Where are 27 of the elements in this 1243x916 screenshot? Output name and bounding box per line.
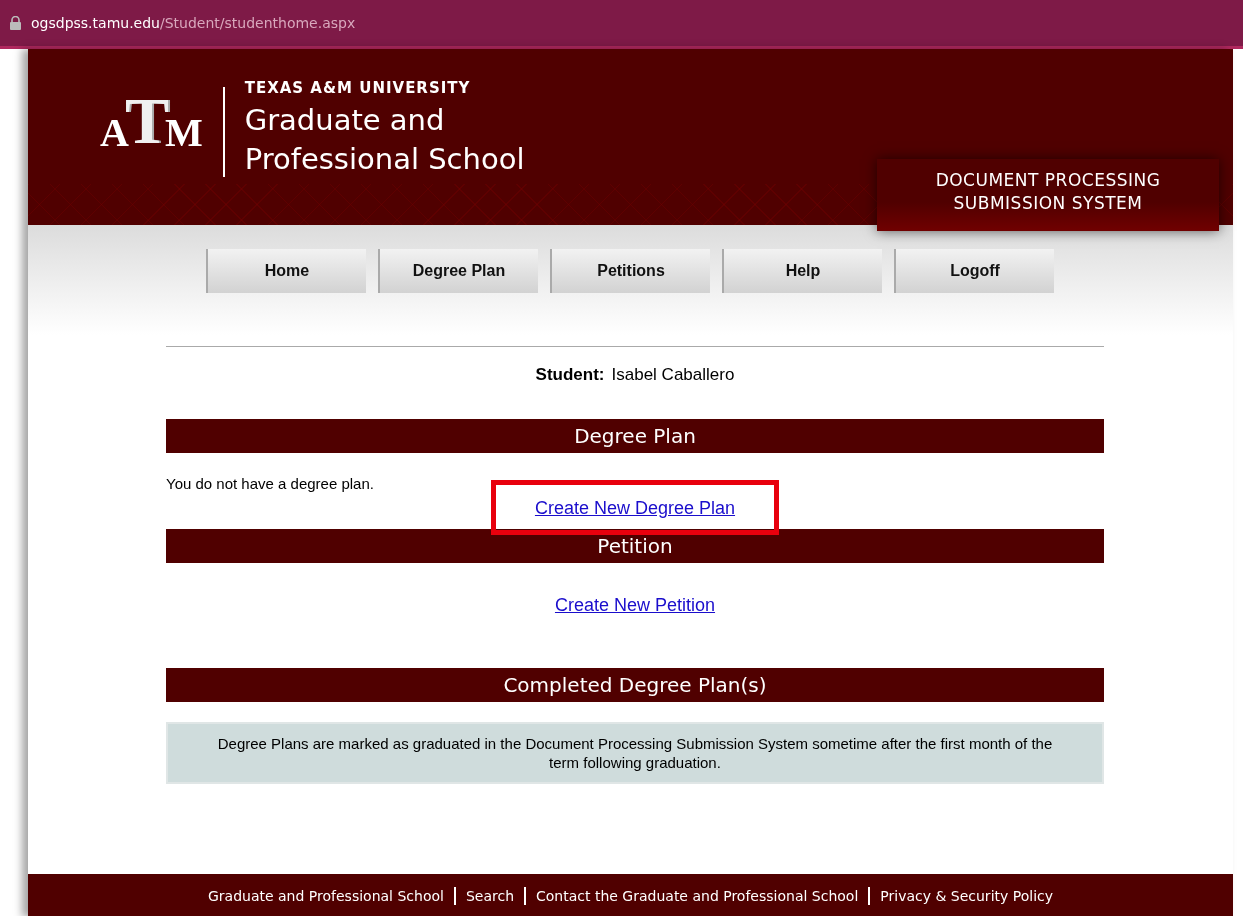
info-text: You do not have a degree plan. — [166, 475, 374, 492]
nav-button[interactable]: Home — [206, 249, 366, 293]
footer-link[interactable]: Graduate and Professional School — [207, 887, 444, 904]
section-header: Completed Degree Plan(s) — [166, 668, 1104, 702]
nav-button[interactable]: Degree Plan — [378, 249, 538, 293]
create-link[interactable]: Create New Degree Plan — [534, 498, 736, 518]
university-name: TEXAS A&M UNIVERSITY — [244, 79, 472, 97]
footer-link[interactable]: Privacy & Security Policy — [880, 887, 1053, 904]
nav-button[interactable]: Petitions — [550, 249, 710, 293]
student-label: Student: — [535, 365, 605, 385]
footer-link[interactable]: Search — [465, 887, 514, 904]
student-name: Isabel Caballero — [611, 365, 735, 385]
system-title: DOCUMENT PROCESSING — [935, 169, 1161, 192]
address-bar[interactable]: ogsdpss.tamu.edu/Student/studenthome.aspx — [0, 0, 1243, 49]
notice-text: Degree Plans are marked as graduated in the Document Processing Submission System sometime after the first month of the term following graduation. — [166, 722, 1104, 784]
url-text: ogsdpss.tamu.edu/Student/studenthome.aspx — [31, 15, 356, 31]
create-link[interactable]: Create New Petition — [554, 595, 716, 615]
section-header: Petition — [166, 529, 1104, 563]
footer-link[interactable]: Contact the Graduate and Professional School — [536, 887, 859, 904]
logo: ATM — [100, 91, 203, 151]
system-title: SUBMISSION SYSTEM — [953, 192, 1143, 215]
school-name: Professional School — [244, 141, 525, 178]
section-header: Degree Plan — [166, 419, 1104, 453]
school-name: Graduate and — [244, 102, 446, 139]
nav-button[interactable]: Help — [722, 249, 882, 293]
nav-button[interactable]: Logoff — [894, 249, 1054, 293]
lock-icon — [10, 16, 21, 30]
